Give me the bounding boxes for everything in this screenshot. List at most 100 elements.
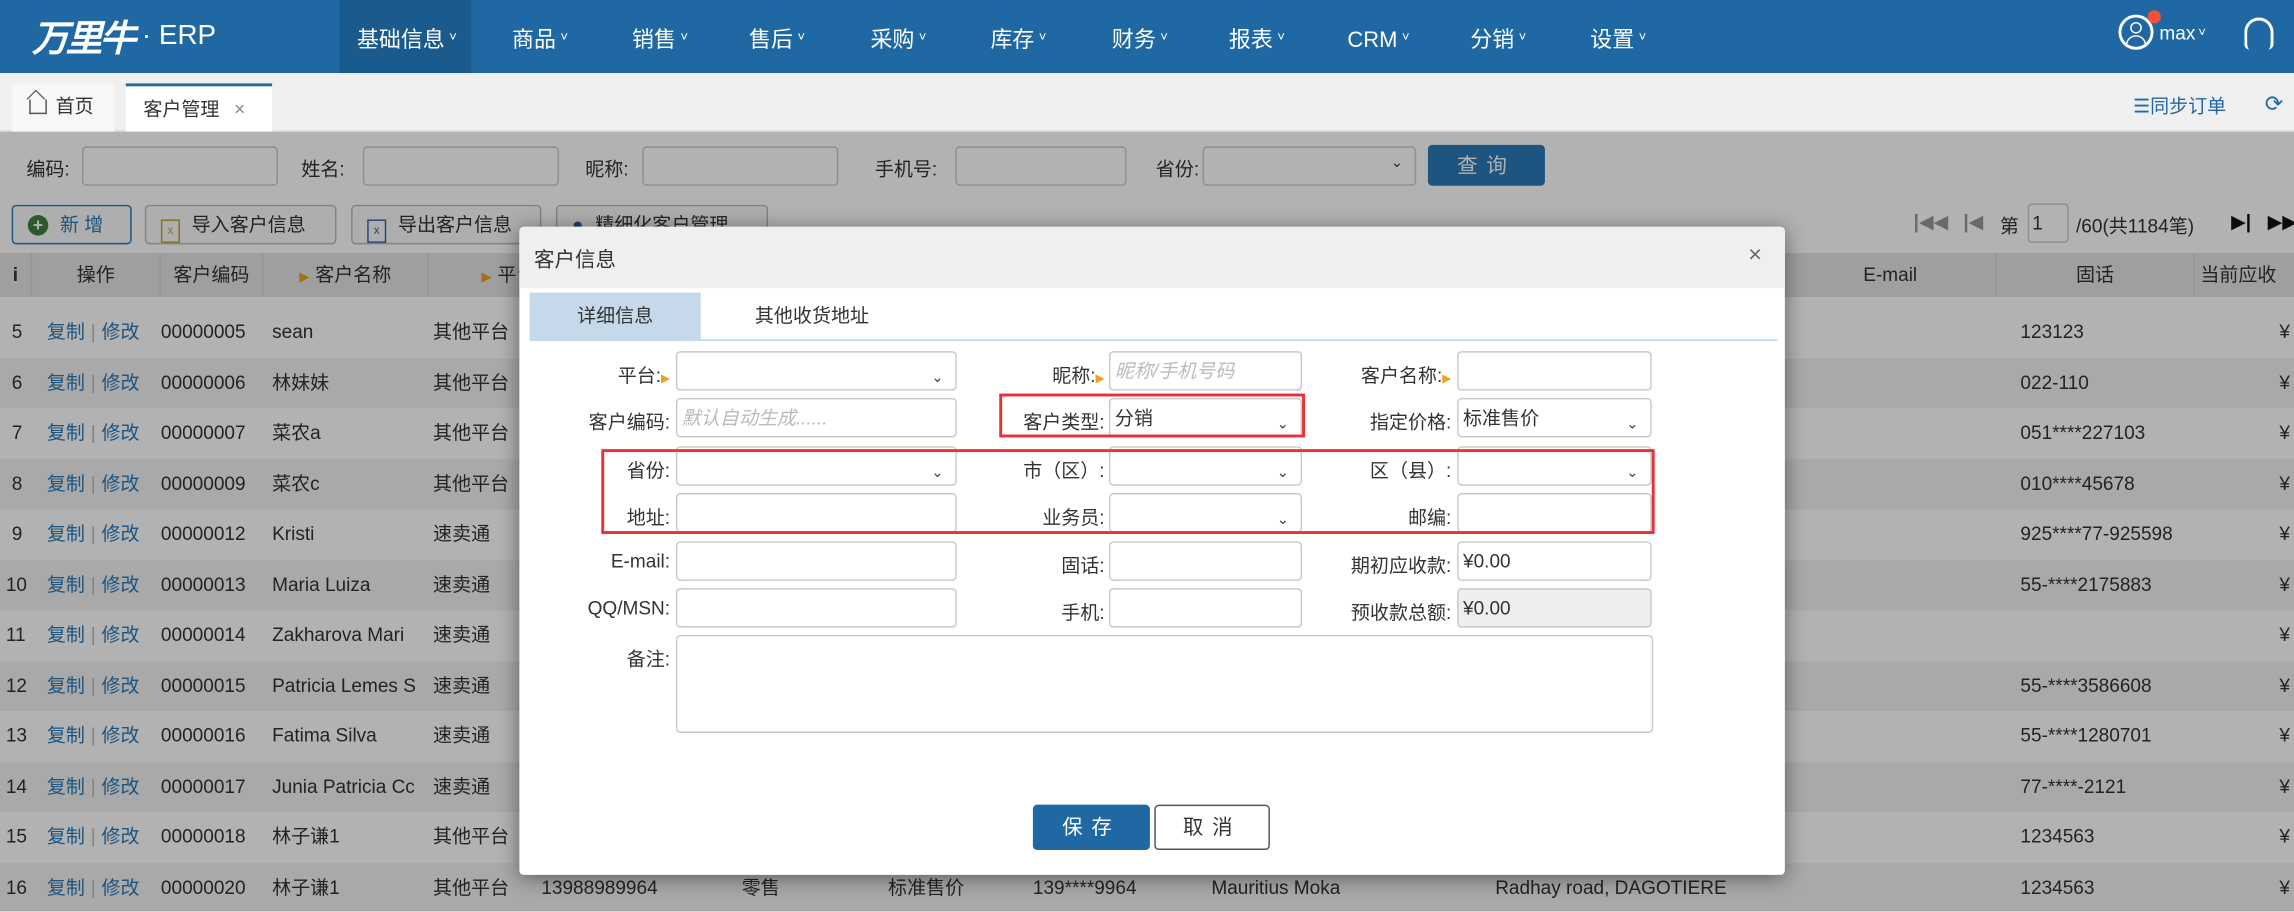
nav-label: 财务	[1111, 27, 1156, 53]
label-text: 邮编:	[1407, 506, 1452, 529]
label-text: 省份:	[626, 459, 671, 482]
logo-suffix: · ERP	[141, 20, 217, 52]
label-text: 昵称:	[1052, 364, 1096, 387]
placeholder: 昵称/手机号码	[1114, 359, 1235, 382]
app: 万里牛 · ERP 基础信息 ˅ 商品 ˅ 销售 ˅ 售后 ˅ 采购 ˅ 库存 ˅ 财务 ˅ 报表 ˅ CRM ˅…	[0, 0, 2294, 912]
salesman-select[interactable]: ⌄	[1108, 493, 1303, 533]
nickname-label: 昵称:▶	[1052, 360, 1104, 388]
home-icon	[29, 99, 47, 115]
address-input[interactable]	[675, 493, 957, 533]
district-select[interactable]: ⌄	[1457, 446, 1652, 486]
remark-textarea[interactable]	[675, 634, 1654, 733]
city-select[interactable]: ⌄	[1108, 446, 1303, 486]
nav-item[interactable]: 报表 ˅	[1211, 0, 1302, 73]
nav-item[interactable]: CRM ˅	[1330, 0, 1427, 73]
remark-label: 备注:	[626, 648, 671, 671]
label-text: 市（区）:	[1023, 459, 1105, 482]
prepaid_total-label: 预收款总额:	[1351, 597, 1451, 625]
mobile-label: 手机:	[1061, 597, 1104, 625]
chevron-down-icon: ˅	[449, 29, 457, 44]
nav-item[interactable]: 基础信息 ˅	[339, 0, 472, 74]
chevron-down-icon: ˅	[1160, 29, 1168, 44]
close-icon[interactable]: ×	[234, 98, 245, 120]
nav-item[interactable]: 库存 ˅	[973, 0, 1064, 73]
province-select[interactable]: ⌄	[675, 446, 957, 486]
required-marker-icon: ▶	[661, 371, 671, 385]
nav-item[interactable]: 售后 ˅	[732, 0, 823, 73]
chevron-down-icon: ˅	[2198, 24, 2206, 40]
user-menu[interactable]: max ˅	[2118, 10, 2206, 50]
nav-item[interactable]: 财务 ˅	[1094, 0, 1185, 73]
chevron-down-icon: ˅	[1401, 29, 1410, 44]
top-navbar: 万里牛 · ERP 基础信息 ˅ 商品 ˅ 销售 ˅ 售后 ˅ 采购 ˅ 库存 ˅ 财务 ˅ 报表 ˅ CRM ˅…	[0, 0, 2294, 74]
customer_name-input[interactable]	[1457, 351, 1652, 391]
dialog-header: 客户信息 ×	[519, 226, 1785, 289]
label-text: 指定价格:	[1369, 411, 1452, 434]
label-text: QQ/MSN:	[587, 596, 671, 619]
nav-label: 基础信息	[356, 27, 445, 53]
customer_type-select[interactable]: 分销 ⌄	[1108, 397, 1303, 438]
tab-customer-management[interactable]: 客户管理 ×	[125, 83, 273, 132]
nav-label: 设置	[1590, 27, 1635, 53]
label-text: 地址:	[626, 506, 671, 529]
nav-item[interactable]: 商品 ˅	[494, 0, 585, 73]
nickname-input[interactable]: 昵称/手机号码	[1108, 351, 1303, 391]
save-button[interactable]: 保存	[1032, 804, 1150, 851]
label-text: 业务员:	[1042, 506, 1105, 529]
chevron-down-icon: ˅	[1518, 29, 1527, 44]
chevron-down-icon: ⌄	[931, 465, 944, 482]
customer_code-input[interactable]: 默认自动生成......	[675, 397, 957, 438]
tab-other-addresses[interactable]: 其他收货地址	[724, 293, 900, 340]
zipcode-input[interactable]	[1457, 493, 1652, 533]
label-text: 区（县）:	[1369, 459, 1452, 482]
chevron-down-icon: ⌄	[931, 370, 944, 387]
logo-mark: 万里牛	[32, 19, 136, 60]
tab-details[interactable]: 详细信息	[529, 292, 701, 340]
platform-select[interactable]: ⌄	[675, 351, 957, 391]
user-icon	[2118, 10, 2161, 50]
chevron-down-icon: ˅	[680, 29, 689, 44]
nav-item[interactable]: 设置 ˅	[1573, 0, 1664, 73]
chevron-down-icon: ⌄	[1276, 512, 1289, 529]
nav-item[interactable]: 分销 ˅	[1453, 0, 1544, 73]
chevron-down-icon: ˅	[1038, 29, 1047, 44]
tab-divider	[529, 339, 1778, 341]
initial_receivable-label: 期初应收款:	[1351, 550, 1451, 578]
city-label: 市（区）:	[1023, 455, 1104, 483]
label-text: 预收款总额:	[1350, 601, 1452, 624]
notification-dot	[2147, 10, 2161, 24]
headset-icon[interactable]	[2244, 17, 2274, 50]
platform-label: 平台:▶	[618, 360, 670, 388]
customer_code-label: 客户编码:	[589, 407, 670, 435]
refresh-icon[interactable]: ⟳	[2265, 91, 2283, 117]
qq-label: QQ/MSN:	[588, 597, 670, 619]
mobile-input[interactable]	[1108, 588, 1303, 628]
logo[interactable]: 万里牛 · ERP	[32, 13, 216, 60]
chevron-down-icon: ˅	[1638, 29, 1647, 44]
district-label: 区（县）:	[1370, 455, 1451, 483]
field-value: ¥0.00	[1463, 550, 1511, 573]
tel-input[interactable]	[1108, 541, 1303, 581]
nav-item[interactable]: 销售 ˅	[614, 0, 705, 73]
province-label: 省份:	[627, 455, 670, 483]
required-marker-icon: ▶	[1442, 371, 1452, 385]
chevron-down-icon: ⌄	[1276, 465, 1289, 482]
nav-label: 报表	[1228, 27, 1273, 53]
prepaid_total-input: ¥0.00	[1457, 588, 1652, 628]
nav-label: 库存	[990, 27, 1035, 53]
price-select[interactable]: 标准售价 ⌄	[1457, 397, 1652, 438]
nav-label: 售后	[749, 27, 793, 53]
qq-input[interactable]	[675, 588, 957, 628]
chevron-down-icon: ˅	[918, 29, 927, 44]
email-input[interactable]	[675, 541, 957, 581]
field-value: ¥0.00	[1463, 596, 1511, 619]
email-label: E-mail:	[611, 550, 670, 572]
chevron-down-icon: ⌄	[1626, 465, 1639, 482]
sync-orders-button[interactable]: ☰同步订单	[2133, 91, 2226, 119]
tab-home[interactable]: 首页	[11, 83, 115, 132]
cancel-button[interactable]: 取消	[1154, 804, 1270, 851]
nav-item[interactable]: 采购 ˅	[853, 0, 944, 73]
zipcode-label: 邮编:	[1408, 502, 1451, 530]
close-icon[interactable]: ×	[1748, 243, 1762, 269]
initial_receivable-input[interactable]: ¥0.00	[1457, 541, 1652, 581]
